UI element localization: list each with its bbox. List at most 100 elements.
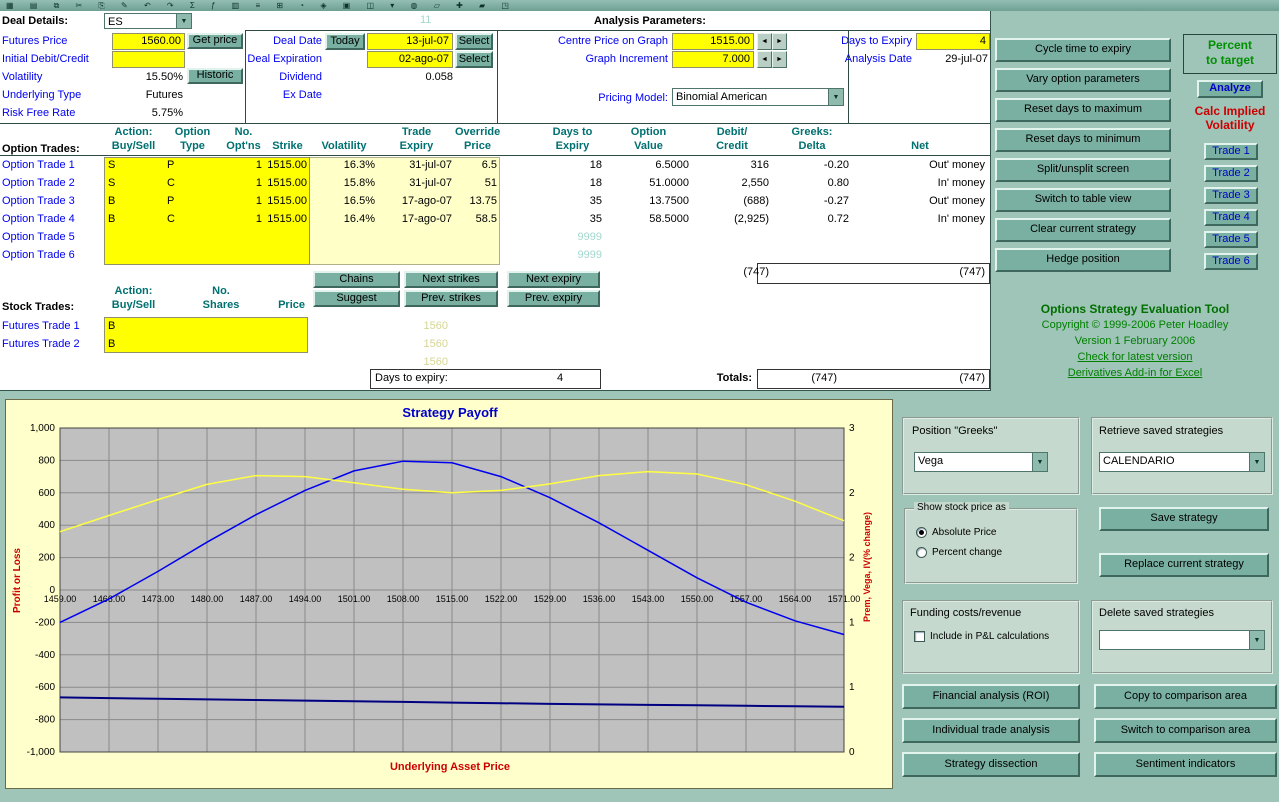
- option-trade-cell-action[interactable]: S: [104, 177, 163, 189]
- option-trade-cell-vol[interactable]: 15.8%: [310, 177, 378, 189]
- option-trade-cell-num[interactable]: 1: [222, 159, 265, 171]
- centre-price-cell[interactable]: 1515.00: [672, 33, 754, 50]
- chevron-down-icon[interactable]: ▼: [828, 89, 843, 105]
- analyze-button[interactable]: Analyze: [1197, 80, 1263, 98]
- prev-strikes-button[interactable]: Prev. strikes: [404, 290, 498, 307]
- svg-text:-600: -600: [35, 682, 55, 693]
- option-trade-cell-type[interactable]: P: [163, 159, 222, 171]
- option-trade-cell-expiry[interactable]: 17-ago-07: [378, 213, 455, 225]
- col-header: Price: [455, 140, 500, 152]
- sentiment-indicators-button[interactable]: Sentiment indicators: [1094, 752, 1277, 777]
- option-trade-cell-vol[interactable]: 16.5%: [310, 195, 378, 207]
- option-trade-cell-num[interactable]: 1: [222, 195, 265, 207]
- trade-2-button[interactable]: Trade 2: [1204, 165, 1258, 182]
- cycle-time-to-expiry-button[interactable]: Cycle time to expiry: [995, 38, 1171, 62]
- vary-option-parameters-button[interactable]: Vary option parameters: [995, 68, 1171, 92]
- option-trade-cell-override[interactable]: 58.5: [455, 213, 500, 225]
- option-trades-input-region[interactable]: [104, 157, 310, 265]
- stock-trade-action-cell[interactable]: B: [108, 320, 158, 332]
- funding-checkbox-row[interactable]: Include in P&L calculations: [914, 631, 1049, 642]
- trade-3-button[interactable]: Trade 3: [1204, 187, 1258, 204]
- risk-free-rate-value: 5.75%: [112, 107, 183, 119]
- excel-toolbar[interactable]: ▦ ▤ ⧉ ✂ ⎘ ✎ ↶ ↷ Σ ƒ ▥ ≡ ⊞ ◔ ◈ ▣ ◫ ▾ ◍ ▱ …: [0, 0, 1279, 11]
- option-trade-cell-expiry[interactable]: 31-jul-07: [378, 177, 455, 189]
- futures-price-cell[interactable]: 1560.00: [112, 33, 185, 50]
- reset-days-to-minimum-button[interactable]: Reset days to minimum: [995, 128, 1171, 152]
- reset-days-to-maximum-button[interactable]: Reset days to maximum: [995, 98, 1171, 122]
- deal-expiration-cell[interactable]: 02-ago-07: [367, 51, 453, 68]
- pricing-model-dropdown[interactable]: Binomial American ▼: [672, 88, 844, 106]
- option-trade-cell-strike[interactable]: 1515.00: [265, 177, 310, 189]
- get-price-button[interactable]: Get price: [187, 33, 243, 49]
- trade-1-button[interactable]: Trade 1: [1204, 143, 1258, 160]
- deal-date-cell[interactable]: 13-jul-07: [367, 33, 453, 50]
- option-trade-cell-vol[interactable]: 16.3%: [310, 159, 378, 171]
- trade-6-button[interactable]: Trade 6: [1204, 253, 1258, 270]
- radio-percent-change[interactable]: Percent change: [916, 547, 1002, 558]
- chevron-down-icon[interactable]: ▼: [1032, 453, 1047, 471]
- option-trade-cell-vol[interactable]: 16.4%: [310, 213, 378, 225]
- initial-debit-credit-cell[interactable]: [112, 51, 185, 68]
- save-strategy-button[interactable]: Save strategy: [1099, 507, 1269, 531]
- option-trades-param-region[interactable]: [310, 157, 500, 265]
- next-strikes-button[interactable]: Next strikes: [404, 271, 498, 288]
- col-header: Volatility: [310, 140, 378, 152]
- chains-button[interactable]: Chains: [313, 271, 400, 288]
- option-trade-cell-type[interactable]: C: [163, 177, 222, 189]
- derivatives-addin-link[interactable]: Derivatives Add-in for Excel: [1068, 367, 1203, 379]
- switch-to-comparison-area-button[interactable]: Switch to comparison area: [1094, 718, 1277, 743]
- option-trade-cell-expiry[interactable]: 31-jul-07: [378, 159, 455, 171]
- retrieve-strategies-dropdown[interactable]: CALENDARIO ▼: [1099, 452, 1265, 472]
- chevron-down-icon[interactable]: ▼: [1249, 631, 1264, 649]
- chevron-down-icon[interactable]: ▼: [1249, 453, 1264, 471]
- option-trade-cell-num[interactable]: 1: [222, 213, 265, 225]
- symbol-dropdown[interactable]: ES ▼: [104, 13, 192, 29]
- hedge-position-button[interactable]: Hedge position: [995, 248, 1171, 272]
- option-trade-cell-override[interactable]: 6.5: [455, 159, 500, 171]
- financial-analysis-roi-button[interactable]: Financial analysis (ROI): [902, 684, 1080, 709]
- trade-5-button[interactable]: Trade 5: [1204, 231, 1258, 248]
- today-button[interactable]: Today: [325, 33, 365, 50]
- trade-4-button[interactable]: Trade 4: [1204, 209, 1258, 226]
- switch-to-table-view-button[interactable]: Switch to table view: [995, 188, 1171, 212]
- retrieve-strategies-label: Retrieve saved strategies: [1099, 425, 1223, 437]
- replace-strategy-button[interactable]: Replace current strategy: [1099, 553, 1269, 577]
- strategy-dissection-button[interactable]: Strategy dissection: [902, 752, 1080, 777]
- arrow-right-icon[interactable]: ►: [772, 33, 787, 50]
- option-trade-cell-strike[interactable]: 1515.00: [265, 195, 310, 207]
- delete-strategies-dropdown[interactable]: ▼: [1099, 630, 1265, 650]
- days-to-expiry-cell[interactable]: 4: [916, 33, 990, 50]
- stock-trade-action-cell[interactable]: B: [108, 338, 158, 350]
- option-trade-cell-type[interactable]: C: [163, 213, 222, 225]
- radio-absolute-price[interactable]: Absolute Price: [916, 527, 996, 538]
- historic-button[interactable]: Historic: [187, 68, 243, 84]
- stock-trade-label: Futures Trade 1: [2, 320, 102, 332]
- deal-expiration-select-button[interactable]: Select: [455, 51, 493, 68]
- individual-trade-analysis-button[interactable]: Individual trade analysis: [902, 718, 1080, 743]
- arrow-left-icon[interactable]: ◄: [757, 33, 772, 50]
- split-unsplit-screen-button[interactable]: Split/unsplit screen: [995, 158, 1171, 182]
- option-trade-cell-action[interactable]: B: [104, 213, 163, 225]
- clear-current-strategy-button[interactable]: Clear current strategy: [995, 218, 1171, 242]
- chevron-down-icon[interactable]: ▼: [176, 14, 191, 28]
- greeks-dropdown[interactable]: Vega ▼: [914, 452, 1048, 472]
- copy-to-comparison-area-button[interactable]: Copy to comparison area: [1094, 684, 1277, 709]
- option-trade-cell-action[interactable]: B: [104, 195, 163, 207]
- graph-increment-cell[interactable]: 7.000: [672, 51, 754, 68]
- option-trade-cell-action[interactable]: S: [104, 159, 163, 171]
- check-latest-link[interactable]: Check for latest version: [1078, 351, 1193, 363]
- arrow-right-icon[interactable]: ►: [772, 51, 787, 68]
- option-trade-cell-expiry[interactable]: 17-ago-07: [378, 195, 455, 207]
- suggest-button[interactable]: Suggest: [313, 290, 400, 307]
- arrow-left-icon[interactable]: ◄: [757, 51, 772, 68]
- option-trade-cell-strike[interactable]: 1515.00: [265, 159, 310, 171]
- deal-date-select-button[interactable]: Select: [455, 33, 493, 50]
- option-trade-cell-type[interactable]: P: [163, 195, 222, 207]
- prev-expiry-button[interactable]: Prev. expiry: [507, 290, 600, 307]
- option-trade-cell-strike[interactable]: 1515.00: [265, 213, 310, 225]
- next-expiry-button[interactable]: Next expiry: [507, 271, 600, 288]
- option-trade-cell-override[interactable]: 51: [455, 177, 500, 189]
- option-trade-cell-override[interactable]: 13.75: [455, 195, 500, 207]
- option-trade-cell-num[interactable]: 1: [222, 177, 265, 189]
- svg-text:400: 400: [38, 520, 55, 531]
